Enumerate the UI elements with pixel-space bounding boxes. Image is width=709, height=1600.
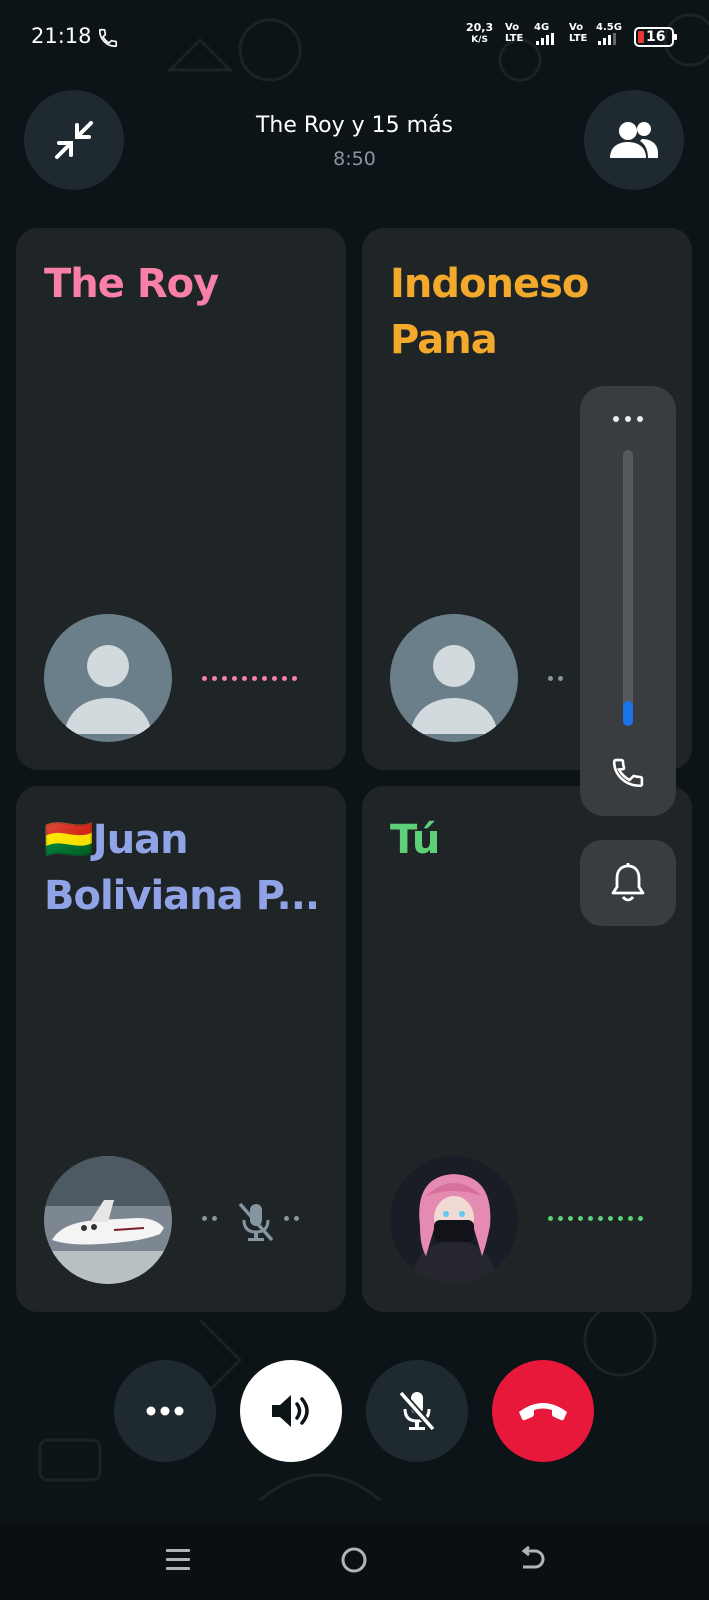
sim2-volte: Vo LTE: [569, 22, 587, 44]
participants-button[interactable]: [584, 90, 684, 190]
sim1-volte: Vo LTE: [505, 22, 523, 44]
participant-tile[interactable]: 🇧🇴Juan Boliviana P...: [16, 786, 346, 1312]
group-icon: [610, 122, 658, 158]
battery-percent: 16: [646, 29, 666, 45]
mute-button[interactable]: [366, 1360, 468, 1462]
signal-bars-icon: [598, 33, 616, 45]
connecting-indicator-left: [202, 1216, 217, 1221]
end-call-button[interactable]: [492, 1360, 594, 1462]
bell-icon: [611, 863, 645, 902]
battery-level: [638, 31, 644, 43]
more-dots-icon: [146, 1406, 184, 1416]
sim2-volte-bottom: LTE: [569, 33, 588, 44]
speaking-indicator: [548, 1216, 643, 1221]
default-avatar-icon: [44, 614, 172, 742]
participant-name: 🇧🇴Juan Boliviana P...: [44, 817, 320, 919]
avatar: [390, 1156, 518, 1284]
more-dots-icon[interactable]: [580, 416, 676, 422]
status-time: 21:18: [31, 24, 92, 48]
connecting-indicator-right: [284, 1216, 299, 1221]
speaker-icon: [272, 1395, 309, 1427]
signal-bars-icon: [536, 33, 554, 45]
mic-off-icon: [238, 1202, 274, 1242]
back-icon: [521, 1545, 545, 1569]
status-bar: 21:18 20,3 K/S Vo LTE 4G Vo LTE 4.5G 16: [0, 0, 709, 76]
home-button[interactable]: [334, 1540, 374, 1580]
avatar: [390, 614, 518, 742]
participant-name: Indoneso Pana: [390, 261, 589, 363]
avatar: [44, 614, 172, 742]
call-timer: 8:50: [333, 148, 376, 170]
sim1-network-gen: 4G: [534, 22, 550, 33]
volume-slider[interactable]: [623, 450, 633, 726]
speaker-button[interactable]: [240, 1360, 342, 1462]
menu-icon: [166, 1549, 190, 1570]
connecting-indicator: [548, 676, 563, 681]
minimize-call-button[interactable]: [24, 90, 124, 190]
more-options-button[interactable]: [114, 1360, 216, 1462]
ongoing-call-icon: [98, 28, 118, 48]
sim1-volte-top: Vo: [505, 22, 520, 33]
sim2-signal: 4.5G: [596, 22, 622, 48]
default-avatar-icon: [390, 614, 518, 742]
net-speed-unit: K/S: [471, 35, 488, 45]
back-button[interactable]: [512, 1540, 552, 1580]
net-speed-value: 20,3: [466, 21, 494, 34]
home-circle-icon: [341, 1547, 367, 1573]
participant-tile[interactable]: The Roy: [16, 228, 346, 770]
sim1-volte-bottom: LTE: [505, 33, 524, 44]
speaking-indicator: [202, 676, 297, 681]
battery-icon: 16: [634, 27, 677, 47]
participant-name: The Roy: [44, 261, 219, 307]
sim2-volte-top: Vo: [569, 22, 584, 33]
network-speed: 20,3 K/S: [466, 22, 493, 46]
mic-off-icon: [398, 1390, 436, 1432]
volume-level: [623, 701, 633, 726]
minimize-arrows-icon: [55, 121, 93, 159]
phone-icon[interactable]: [608, 752, 648, 792]
end-call-icon: [519, 1403, 567, 1421]
sim1-signal: 4G: [534, 22, 554, 48]
anime-photo: [390, 1156, 518, 1284]
airplane-photo: [44, 1156, 172, 1284]
avatar: [44, 1156, 172, 1284]
sim2-network-gen: 4.5G: [596, 22, 622, 33]
system-navigation-bar: [0, 1522, 709, 1600]
menu-button[interactable]: [158, 1540, 198, 1580]
volume-panel: [580, 386, 676, 816]
notification-button[interactable]: [580, 840, 676, 926]
call-title: The Roy y 15 más: [255, 113, 454, 138]
